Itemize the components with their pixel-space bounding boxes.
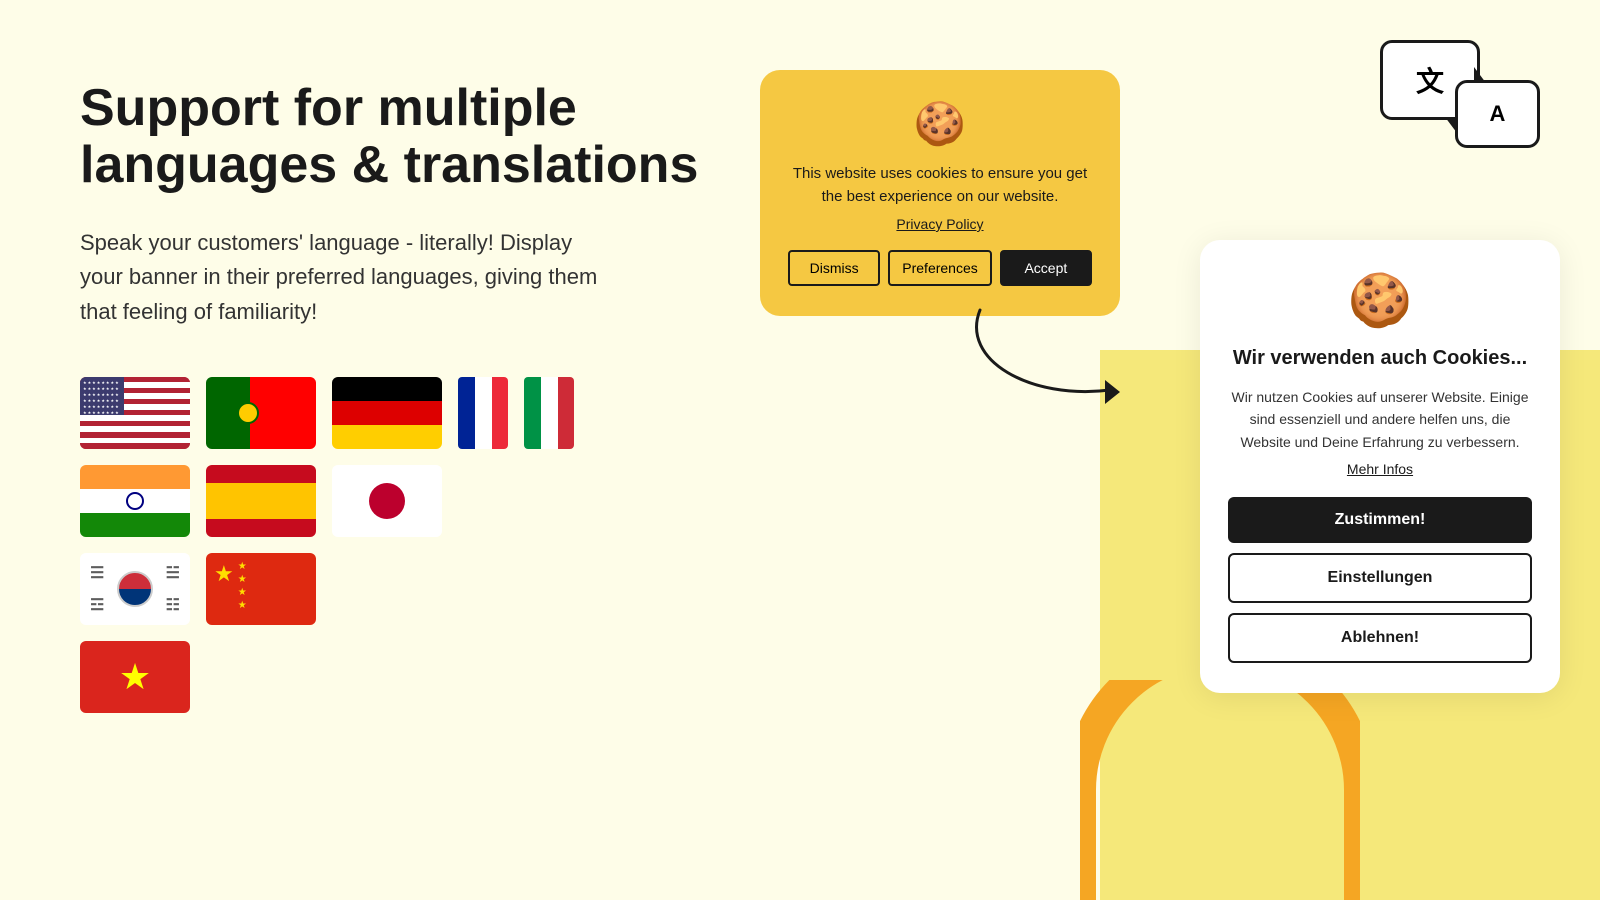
- einstellungen-button[interactable]: Einstellungen: [1228, 553, 1532, 603]
- flag-korea: ☰ ☱ ☲ ☷: [80, 553, 190, 625]
- right-section: 文 A 🍪 This website uses cookies to ensur…: [700, 0, 1600, 900]
- flag-usa: [80, 377, 190, 449]
- cookie-icon-de: 🍪: [1228, 270, 1532, 331]
- banner-arrow: [950, 300, 1150, 420]
- speech-bubble-english: A: [1455, 80, 1540, 148]
- arch-decoration: [1080, 680, 1360, 900]
- dismiss-button[interactable]: Dismiss: [788, 250, 880, 286]
- flag-spain: [206, 465, 316, 537]
- cookie-title-de: Wir verwenden auch Cookies...: [1228, 347, 1532, 370]
- flag-india: [80, 465, 190, 537]
- ablehnen-button[interactable]: Ablehnen!: [1228, 613, 1532, 663]
- flags-row-1: [80, 377, 700, 449]
- accept-button[interactable]: Accept: [1000, 250, 1092, 286]
- flag-china: ★ ★ ★ ★ ★: [206, 553, 316, 625]
- cookie-text-de: Wir nutzen Cookies auf unserer Website. …: [1228, 386, 1532, 453]
- flags-row-3: ☰ ☱ ☲ ☷ ★ ★ ★ ★ ★: [80, 553, 700, 625]
- flag-japan: [332, 465, 442, 537]
- mehr-infos-link[interactable]: Mehr Infos: [1228, 461, 1532, 477]
- flags-row-2: [80, 465, 700, 537]
- cookie-banner-english: 🍪 This website uses cookies to ensure yo…: [760, 70, 1120, 316]
- translation-icon: 文 A: [1380, 40, 1540, 170]
- flag-germany: [332, 377, 442, 449]
- sub-text: Speak your customers' language - literal…: [80, 226, 600, 328]
- cookie-text-en: This website uses cookies to ensure you …: [788, 163, 1092, 208]
- flag-vietnam: ★: [80, 641, 190, 713]
- privacy-policy-link[interactable]: Privacy Policy: [788, 216, 1092, 232]
- flag-portugal: [206, 377, 316, 449]
- flag-france: [458, 377, 508, 449]
- cookie-icon-en: 🍪: [788, 100, 1092, 149]
- cookie-buttons-en: Dismiss Preferences Accept: [788, 250, 1092, 286]
- left-section: Support for multiple languages & transla…: [80, 80, 700, 713]
- zustimmen-button[interactable]: Zustimmen!: [1228, 497, 1532, 543]
- preferences-button[interactable]: Preferences: [888, 250, 991, 286]
- flags-row-4: ★: [80, 641, 700, 713]
- main-heading: Support for multiple languages & transla…: [80, 80, 700, 194]
- cookie-banner-german: 🍪 Wir verwenden auch Cookies... Wir nutz…: [1200, 240, 1560, 693]
- flag-italy: [524, 377, 574, 449]
- flags-container: ☰ ☱ ☲ ☷ ★ ★ ★ ★ ★ ★: [80, 377, 700, 713]
